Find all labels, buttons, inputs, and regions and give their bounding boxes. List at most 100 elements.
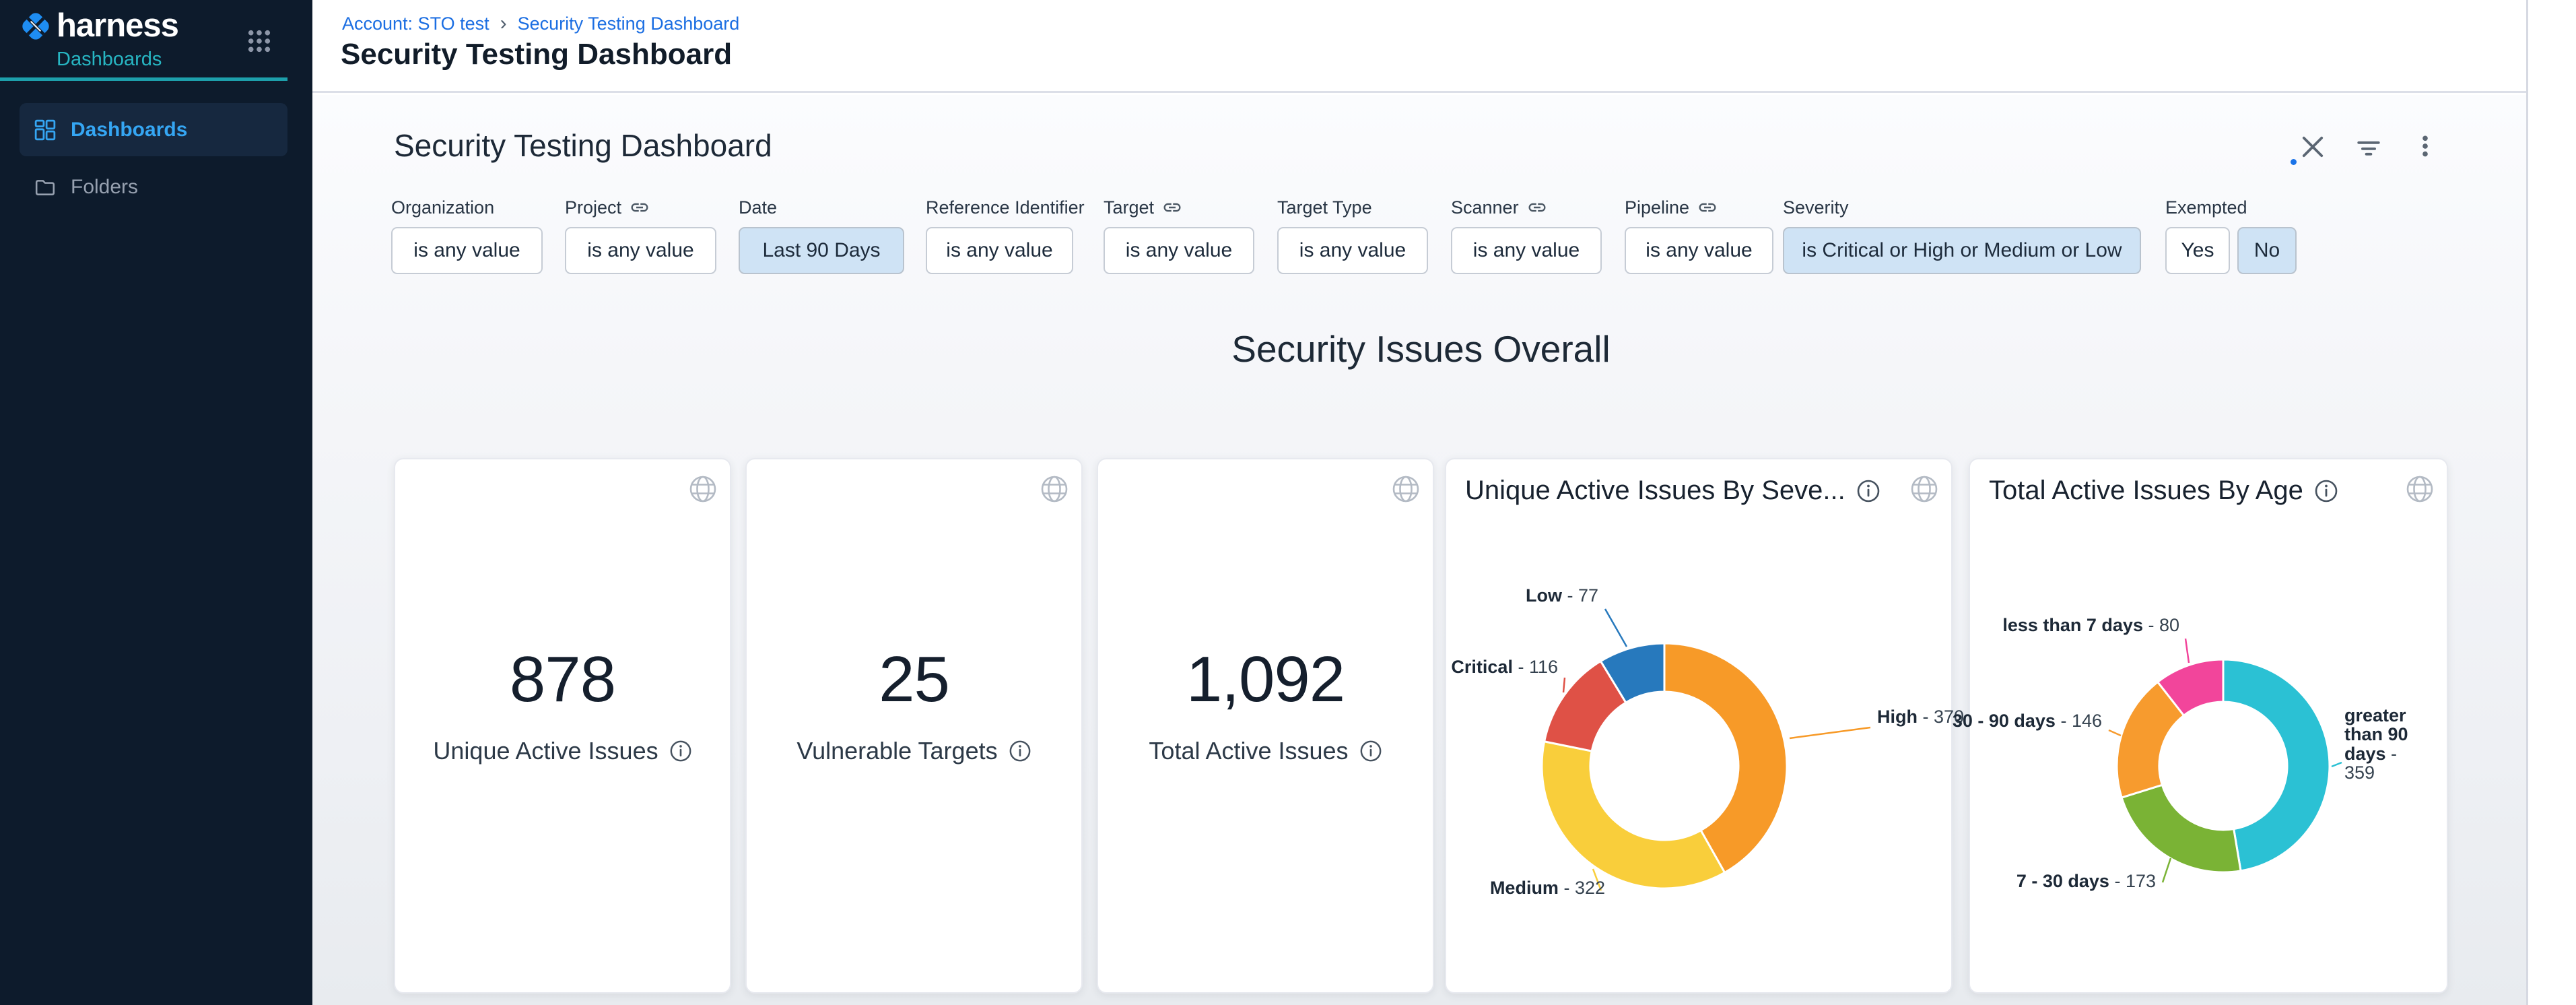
filter-chip-reference-identifier[interactable]: is any value: [926, 227, 1073, 274]
chart-title: Unique Active Issues By Seve...: [1465, 476, 1880, 506]
filter-label-text: Date: [739, 197, 777, 218]
filter-label: Severity: [1783, 196, 2141, 219]
globe-icon[interactable]: [1391, 474, 1421, 504]
filter-chip-target[interactable]: is any value: [1104, 227, 1254, 274]
dashboard-content: Security Testing Dashboard Organization i…: [312, 95, 2526, 1005]
sidebar-item-dashboards[interactable]: Dashboards: [20, 103, 287, 156]
filter-organization: Organization is any value: [391, 196, 543, 274]
filter-label: Date: [739, 196, 904, 219]
filter-exempted: Exempted YesNo: [2165, 196, 2297, 274]
filter-reference-identifier: Reference Identifieris any value: [926, 196, 1085, 274]
globe-icon[interactable]: [1040, 474, 1069, 504]
donut-card-total-active-issues-by-age: greater than 90 days - 359 7 - 30 days - …: [1969, 458, 2448, 994]
link-icon: [1162, 197, 1182, 218]
link-icon: [1697, 197, 1718, 218]
stat-value: 1,092: [1186, 643, 1345, 717]
harness-wordmark: harness: [57, 7, 178, 44]
stat-card-body: 25 Vulnerable Targets: [747, 643, 1081, 765]
filter-label-text: Project: [565, 197, 621, 218]
filter-chip-exempted-no[interactable]: No: [2237, 227, 2297, 274]
stat-card-body: 1,092 Total Active Issues: [1098, 643, 1433, 765]
filter-project: Project is any value: [565, 196, 716, 274]
info-icon[interactable]: [669, 740, 692, 763]
globe-icon[interactable]: [1909, 474, 1939, 504]
filter-label-text: Pipeline: [1625, 197, 1689, 218]
sidebar-divider: [0, 77, 287, 81]
filter-chip-target-type[interactable]: is any value: [1277, 227, 1428, 274]
filter-label-text: Severity: [1783, 197, 1849, 218]
filter-label-text: Target Type: [1277, 197, 1372, 218]
filter-chip-scanner[interactable]: is any value: [1451, 227, 1602, 274]
label-connector: [2163, 858, 2171, 882]
stat-card-total-active-issues: 1,092 Total Active Issues: [1097, 458, 1434, 994]
kebab-menu-icon[interactable]: [2412, 134, 2439, 161]
info-icon[interactable]: [2314, 479, 2338, 503]
pie-label-medium: Medium - 322: [1490, 879, 1605, 897]
filter-label-text: Scanner: [1451, 197, 1519, 218]
label-connector: [1605, 609, 1627, 647]
pie-slice-greater-than-90-days[interactable]: [2223, 659, 2330, 871]
filter-label: Target: [1104, 196, 1254, 219]
pie-label-greater-than-90-days: greater than 90 days - 359: [2344, 706, 2417, 782]
close-icon[interactable]: [2299, 134, 2326, 161]
filter-toggle: YesNo: [2165, 227, 2297, 274]
filter-label-text: Exempted: [2165, 197, 2247, 218]
chart-title-text: Total Active Issues By Age: [1989, 476, 2303, 506]
filter-chip-pipeline[interactable]: is any value: [1625, 227, 1773, 274]
dashboard-title: Security Testing Dashboard: [394, 127, 772, 164]
sidebar: harness Dashboards Dashboards Folders: [0, 0, 312, 1005]
filter-chip-date[interactable]: Last 90 Days: [739, 227, 904, 274]
filter-icon[interactable]: [2355, 137, 2382, 164]
label-connector: [1563, 678, 1565, 692]
pie-label-7-30-days: 7 - 30 days - 173: [2016, 872, 2156, 890]
stat-value: 878: [510, 643, 615, 717]
label-connector: [2332, 763, 2342, 767]
donut-chart[interactable]: [1446, 459, 1954, 995]
sidebar-item-label: Folders: [71, 176, 138, 199]
link-icon: [630, 197, 650, 218]
stat-label: Vulnerable Targets: [796, 737, 1031, 765]
stat-card-body: 878 Unique Active Issues: [395, 643, 730, 765]
stat-card-vulnerable-targets: 25 Vulnerable Targets: [745, 458, 1083, 994]
stat-label-text: Vulnerable Targets: [796, 737, 997, 765]
info-icon[interactable]: [1856, 479, 1880, 503]
filter-scanner: Scanner is any value: [1451, 196, 1602, 274]
dashboards-icon: [34, 119, 56, 141]
right-scroll-gutter[interactable]: [2526, 0, 2576, 1005]
link-icon: [1527, 197, 1547, 218]
harness-logo-icon: [19, 9, 53, 43]
stat-label-text: Total Active Issues: [1149, 737, 1348, 765]
app-root: harness Dashboards Dashboards Folders Acc…: [0, 0, 2576, 1005]
filter-target-type: Target Type is any value: [1277, 196, 1428, 274]
filter-label: Project: [565, 196, 716, 219]
stat-label-text: Unique Active Issues: [433, 737, 658, 765]
pie-slice-7-30-days[interactable]: [2122, 785, 2241, 872]
breadcrumb-page-link[interactable]: Security Testing Dashboard: [518, 13, 740, 34]
pie-label-low: Low - 77: [1526, 587, 1598, 605]
stat-value: 25: [879, 643, 949, 717]
filter-chip-exempted-yes[interactable]: Yes: [2165, 227, 2230, 274]
stat-label: Total Active Issues: [1149, 737, 1382, 765]
sidebar-item-folders[interactable]: Folders: [20, 166, 287, 209]
filter-pipeline: Pipeline is any value: [1625, 196, 1773, 274]
info-icon[interactable]: [1359, 740, 1382, 763]
sidebar-item-label: Dashboards: [71, 119, 187, 141]
filter-chip-severity[interactable]: is Critical or High or Medium or Low: [1783, 227, 2141, 274]
pie-label-less-than-7-days: less than 7 days - 80: [2002, 616, 2179, 635]
globe-icon[interactable]: [2405, 474, 2435, 504]
pie-label-high: High - 370: [1877, 708, 1964, 726]
filter-chip-project[interactable]: is any value: [565, 227, 716, 274]
pie-slice-medium[interactable]: [1542, 742, 1725, 888]
module-label: Dashboards: [57, 48, 162, 71]
filter-label-text: Organization: [391, 197, 494, 218]
globe-icon[interactable]: [688, 474, 718, 504]
filter-label: Scanner: [1451, 196, 1602, 219]
filter-chip-organization[interactable]: is any value: [391, 227, 543, 274]
info-icon[interactable]: [1009, 740, 1031, 763]
top-header: Account: STO test › Security Testing Das…: [312, 0, 2526, 93]
pie-label-critical: Critical - 116: [1451, 658, 1558, 676]
apps-grid-icon[interactable]: [246, 28, 272, 54]
page-title: Security Testing Dashboard: [341, 38, 732, 71]
breadcrumb-account-link[interactable]: Account: STO test: [342, 13, 489, 34]
label-connector: [1790, 727, 1870, 738]
